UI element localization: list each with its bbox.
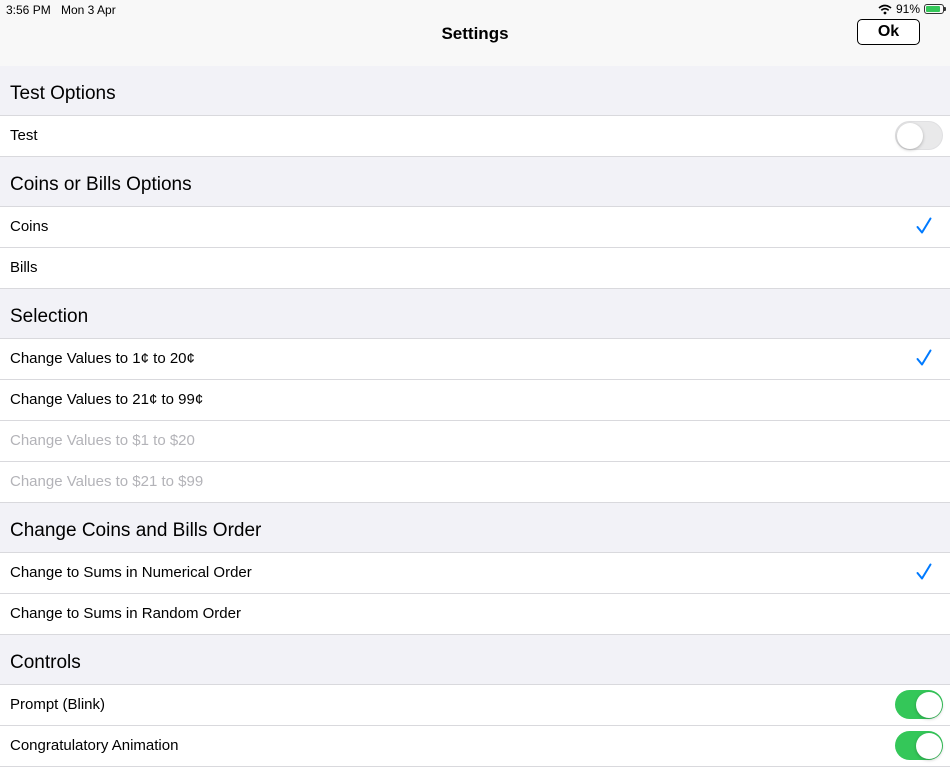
row-random-order[interactable]: Change to Sums in Random Order	[0, 594, 950, 635]
row-values-1-20-cents[interactable]: Change Values to 1¢ to 20¢	[0, 339, 950, 380]
row-numerical-order[interactable]: Change to Sums in Numerical Order	[0, 553, 950, 594]
row-values-21-99-cents[interactable]: Change Values to 21¢ to 99¢	[0, 380, 950, 421]
status-date: Mon 3 Apr	[61, 3, 116, 17]
section-header-controls: Controls	[0, 635, 950, 685]
row-bills[interactable]: Bills	[0, 248, 950, 289]
status-bar: 3:56 PM Mon 3 Apr 91%	[0, 0, 950, 20]
row-label: Change Values to 21¢ to 99¢	[10, 391, 204, 408]
row-congratulatory-animation: Congratulatory Animation	[0, 726, 950, 767]
wifi-icon	[878, 4, 892, 14]
checkmark-icon	[916, 349, 932, 366]
row-coins[interactable]: Coins	[0, 207, 950, 248]
status-time: 3:56 PM	[6, 3, 51, 17]
row-label: Change to Sums in Numerical Order	[10, 564, 252, 581]
row-values-1-20-dollars: Change Values to $1 to $20	[0, 421, 950, 462]
section-header-coins-or-bills: Coins or Bills Options	[0, 157, 950, 207]
row-label: Test	[10, 127, 38, 144]
ok-button[interactable]: Ok	[857, 19, 920, 45]
row-label: Bills	[10, 259, 38, 276]
checkmark-icon	[916, 217, 932, 234]
row-prompt-blink: Prompt (Blink)	[0, 685, 950, 726]
row-label: Change Values to 1¢ to 20¢	[10, 350, 195, 367]
row-label: Change Values to $21 to $99	[10, 473, 204, 490]
section-header-selection: Selection	[0, 289, 950, 339]
row-label: Change Values to $1 to $20	[10, 432, 195, 449]
row-label: Change to Sums in Random Order	[10, 605, 241, 622]
row-label: Prompt (Blink)	[10, 696, 106, 713]
battery-charging-icon	[924, 4, 946, 14]
battery-percent: 91%	[895, 2, 920, 16]
row-label: Congratulatory Animation	[10, 737, 179, 754]
section-header-test-options: Test Options	[0, 66, 950, 116]
test-toggle[interactable]	[895, 121, 943, 150]
congratulatory-animation-toggle[interactable]	[895, 731, 943, 760]
page-title: Settings	[441, 24, 509, 43]
row-test: Test	[0, 116, 950, 157]
prompt-blink-toggle[interactable]	[895, 690, 943, 719]
row-values-21-99-dollars: Change Values to $21 to $99	[0, 462, 950, 503]
status-indicators: 91%	[878, 2, 946, 16]
section-header-order: Change Coins and Bills Order	[0, 503, 950, 553]
settings-list: Test Options Test Coins or Bills Options…	[0, 66, 950, 767]
row-label: Coins	[10, 218, 49, 235]
checkmark-icon	[916, 563, 932, 580]
